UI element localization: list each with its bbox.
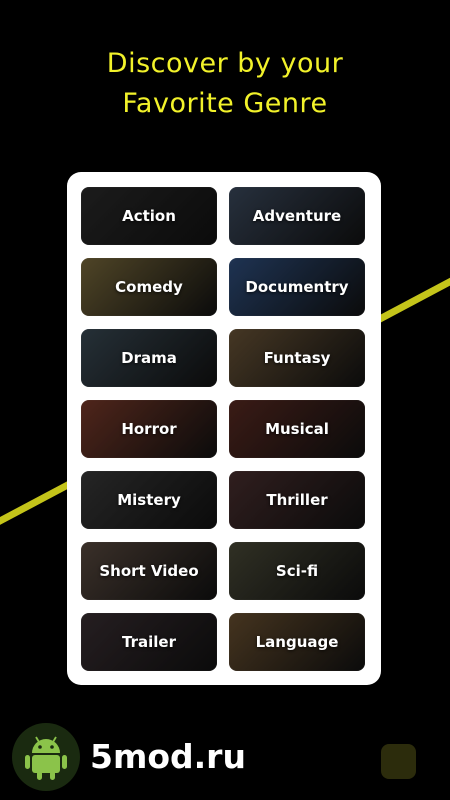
genre-tile-horror[interactable]: Horror [81, 400, 217, 458]
genre-label: Language [255, 633, 339, 651]
corner-badge [381, 744, 416, 779]
genre-tile-language[interactable]: Language [229, 613, 365, 671]
genre-label: Action [122, 207, 176, 225]
genre-grid: Action Adventure Comedy Documentry Drama… [81, 187, 365, 671]
genre-label: Funtasy [263, 349, 331, 367]
genre-tile-short-video[interactable]: Short Video [81, 542, 217, 600]
genre-tile-trailer[interactable]: Trailer [81, 613, 217, 671]
genre-label: Thriller [266, 491, 328, 509]
genre-tile-funtasy[interactable]: Funtasy [229, 329, 365, 387]
genre-label: Comedy [115, 278, 183, 296]
genre-label: Documentry [245, 278, 349, 296]
genre-tile-comedy[interactable]: Comedy [81, 258, 217, 316]
page-title: Discover by your Favorite Genre [0, 44, 450, 124]
genre-label: Horror [121, 420, 177, 438]
title-line-2: Favorite Genre [122, 88, 328, 119]
genre-tile-musical[interactable]: Musical [229, 400, 365, 458]
genre-label: Sci-fi [275, 562, 319, 580]
genre-tile-sci-fi[interactable]: Sci-fi [229, 542, 365, 600]
genre-card: Action Adventure Comedy Documentry Drama… [67, 172, 381, 685]
genre-tile-thriller[interactable]: Thriller [229, 471, 365, 529]
genre-tile-action[interactable]: Action [81, 187, 217, 245]
genre-label: Mistery [117, 491, 181, 509]
genre-label: Short Video [99, 562, 199, 580]
genre-label: Musical [265, 420, 329, 438]
android-robot-icon [25, 736, 67, 780]
genre-label: Drama [121, 349, 177, 367]
genre-tile-adventure[interactable]: Adventure [229, 187, 365, 245]
genre-label: Trailer [122, 633, 176, 651]
genre-label: Adventure [252, 207, 342, 225]
watermark-text: 5mod.ru [90, 737, 246, 776]
title-line-1: Discover by your [106, 48, 344, 79]
genre-tile-drama[interactable]: Drama [81, 329, 217, 387]
genre-tile-mistery[interactable]: Mistery [81, 471, 217, 529]
genre-tile-documentry[interactable]: Documentry [229, 258, 365, 316]
android-icon [12, 723, 80, 791]
